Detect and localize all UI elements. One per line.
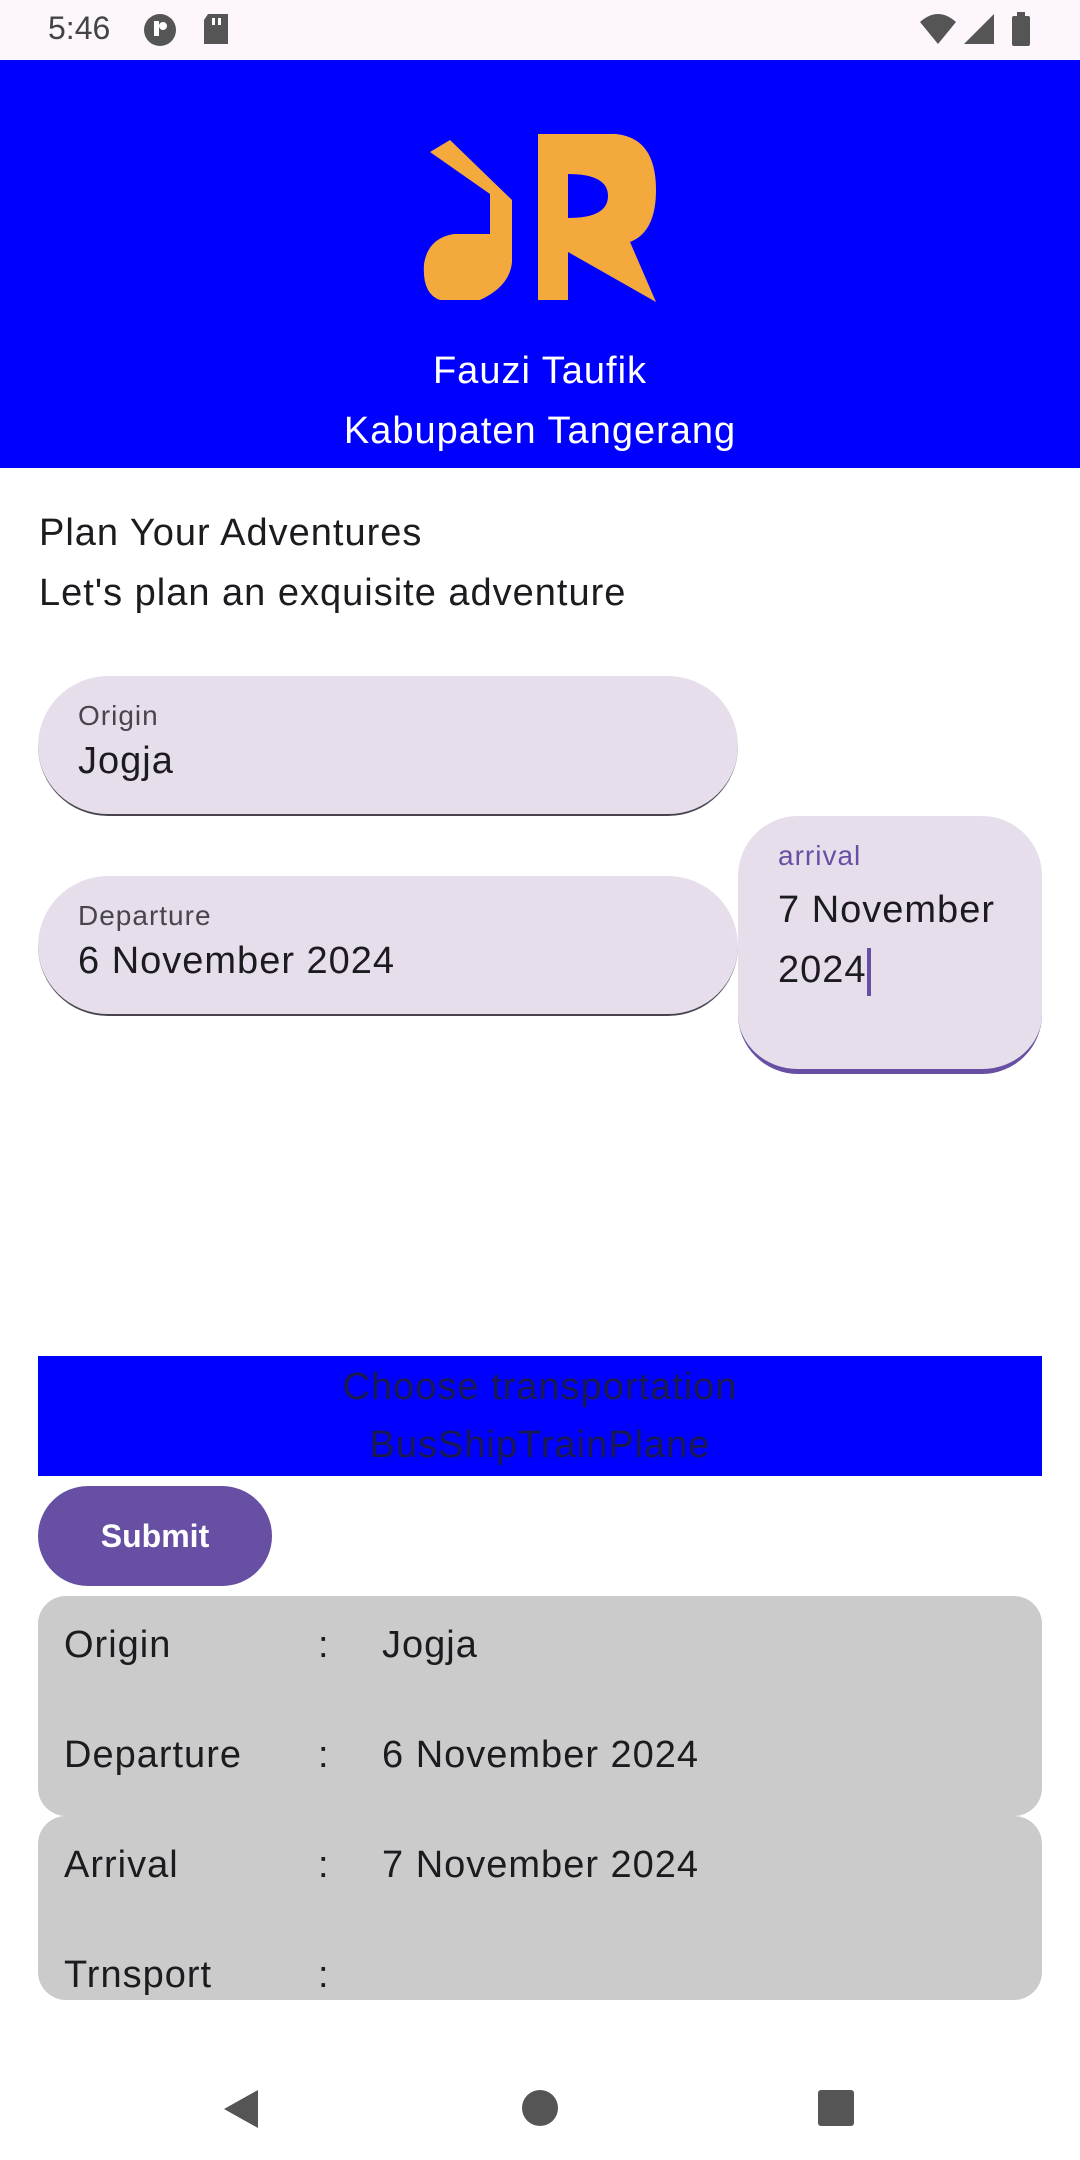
rrq-logo <box>423 134 656 302</box>
summary-separator: : <box>318 1954 330 1996</box>
origin-value[interactable]: Jogja <box>78 740 174 783</box>
sd-card-icon <box>202 12 232 51</box>
summary-card-2: Arrival : 7 November 2024 Trnsport : <box>38 1816 1042 2000</box>
back-icon[interactable] <box>218 2086 264 2137</box>
wifi-icon <box>918 12 958 51</box>
departure-field[interactable]: Departure 6 November 2024 <box>38 876 738 1016</box>
summary-row-departure: Departure : 6 November 2024 <box>38 1734 1042 1794</box>
submit-button[interactable]: Submit <box>38 1486 272 1586</box>
summary-row-origin: Origin : Jogja <box>38 1624 1042 1684</box>
recents-icon[interactable] <box>814 2086 858 2135</box>
summary-key: Departure <box>64 1734 242 1776</box>
origin-label: Origin <box>78 700 159 731</box>
summary-value: 7 November 2024 <box>382 1844 700 1886</box>
transport-options[interactable]: BusShipTrainPlane <box>38 1424 1042 1467</box>
summary-separator: : <box>318 1624 330 1666</box>
summary-separator: : <box>318 1844 330 1886</box>
arrival-value[interactable]: 7 November 2024 <box>778 880 1018 1000</box>
transport-title: Choose transportation <box>342 1366 738 1408</box>
page-title: Plan Your Adventures <box>39 512 423 554</box>
departure-label: Departure <box>78 900 212 931</box>
summary-row-transport: Trnsport : <box>38 1954 1042 2000</box>
departure-value[interactable]: 6 November 2024 <box>78 940 395 983</box>
status-bar: 5:46 <box>0 0 1080 60</box>
home-icon[interactable] <box>518 2086 562 2135</box>
summary-key: Arrival <box>64 1844 179 1886</box>
summary-separator: : <box>318 1734 330 1776</box>
user-name: Fauzi Taufik <box>432 350 648 392</box>
user-city: Kabupaten Tangerang <box>343 410 737 452</box>
profile-header: Fauzi Taufik Kabupaten Tangerang <box>0 60 1080 468</box>
status-time: 5:46 <box>48 10 111 46</box>
navigation-bar <box>0 2040 1080 2160</box>
arrival-label: arrival <box>778 840 862 871</box>
signal-icon <box>962 12 996 51</box>
summary-value: Jogja <box>382 1624 478 1666</box>
summary-card-1: Origin : Jogja Departure : 6 November 20… <box>38 1596 1042 1816</box>
summary-row-arrival: Arrival : 7 November 2024 <box>38 1844 1042 1904</box>
arrival-value-text: 7 November 2024 <box>778 889 995 991</box>
page-subtitle: Let's plan an exquisite adventure <box>39 572 627 614</box>
summary-key: Origin <box>64 1624 172 1666</box>
message-icon <box>142 12 178 53</box>
summary-key: Trnsport <box>64 1954 213 1996</box>
summary-value: 6 November 2024 <box>382 1734 700 1776</box>
transport-selector[interactable]: Choose transportation BusShipTrainPlane <box>38 1356 1042 1476</box>
text-cursor <box>866 947 871 996</box>
origin-field[interactable]: Origin Jogja <box>38 676 738 816</box>
battery-icon <box>1010 12 1032 51</box>
arrival-field[interactable]: arrival 7 November 2024 <box>738 816 1042 1074</box>
